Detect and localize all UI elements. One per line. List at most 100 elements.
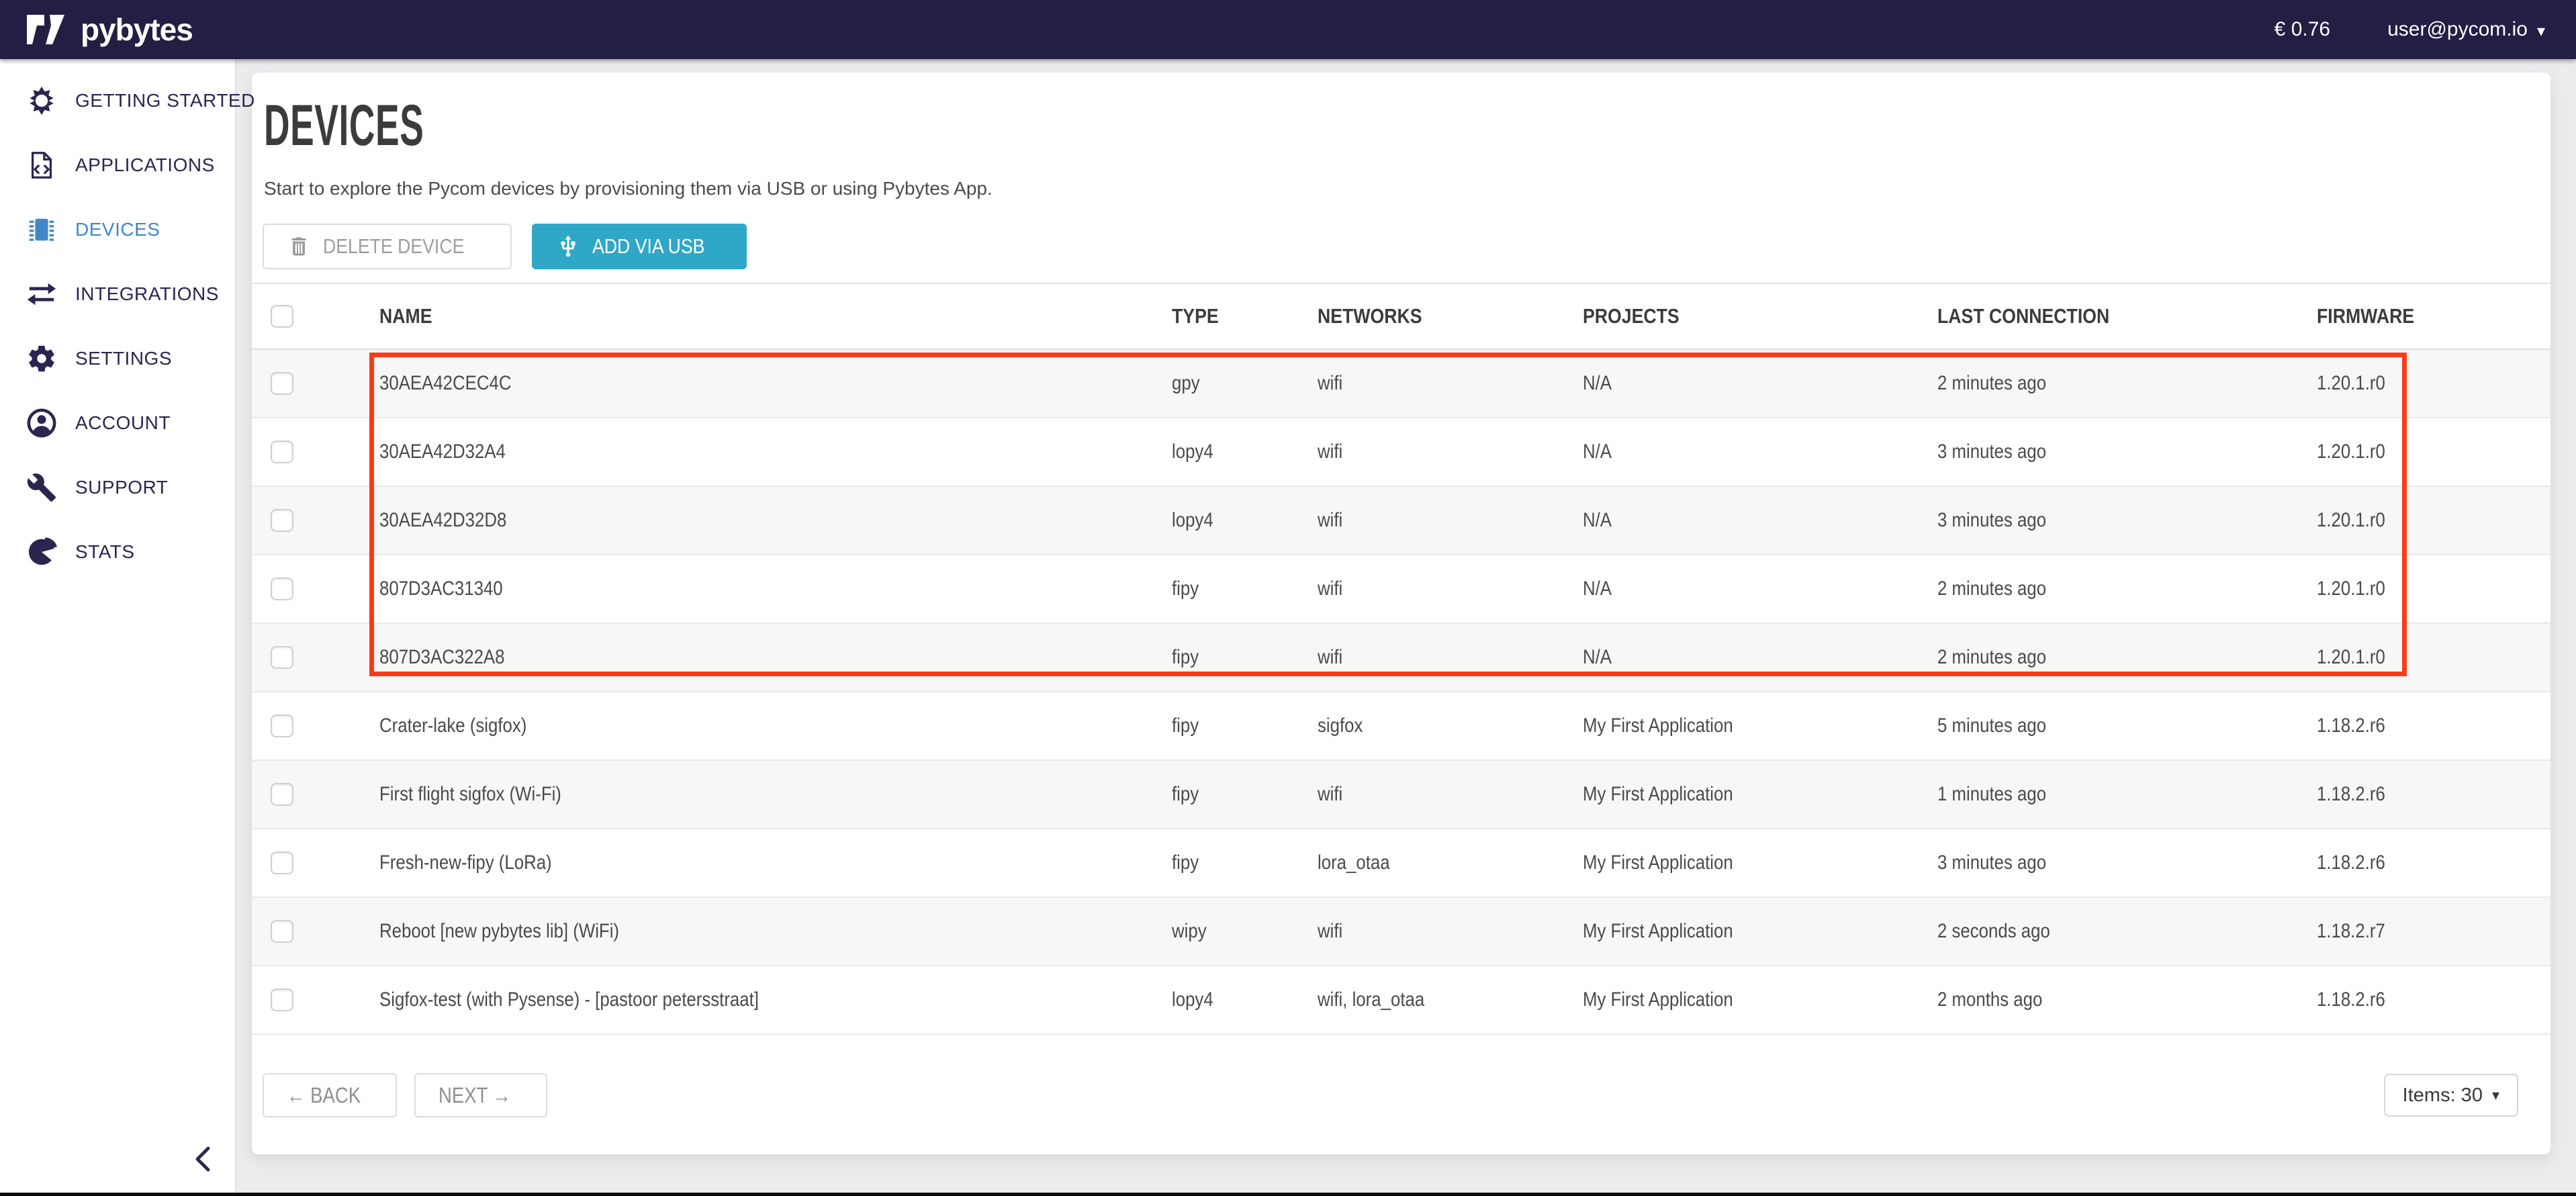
logo-text: pybytes: [81, 11, 193, 48]
table-row: Crater-lake (sigfox)fipysigfoxMy First A…: [252, 692, 2550, 761]
add-via-usb-button[interactable]: ADD VIA USB: [532, 224, 747, 269]
table-row: 30AEA42CEC4CgpywifiN/A2 minutes ago1.20.…: [252, 350, 2550, 418]
device-type: fipy: [1172, 715, 1199, 737]
device-type: wipy: [1172, 920, 1207, 943]
sidebar-item-settings[interactable]: SETTINGS: [0, 326, 235, 391]
sidebar-item-stats[interactable]: STATS: [0, 520, 235, 584]
page-title: DEVICES: [264, 93, 1682, 159]
pycom-logo-icon: [26, 13, 68, 46]
toolbar: DELETE DEVICE ADD VIA USB: [263, 224, 2550, 269]
column-networks: NETWORKS: [1318, 304, 1422, 328]
device-last-connection: 3 minutes ago: [1937, 441, 2046, 463]
sidebar-item-label: ACCOUNT: [75, 412, 171, 434]
row-checkbox[interactable]: [271, 372, 293, 395]
delete-device-button[interactable]: DELETE DEVICE: [263, 224, 512, 269]
row-checkbox[interactable]: [271, 715, 293, 737]
sidebar-item-label: GETTING STARTED: [75, 90, 255, 111]
device-firmware: 1.18.2.r7: [2317, 920, 2385, 943]
sidebar-item-support[interactable]: SUPPORT: [0, 455, 235, 520]
device-last-connection: 1 minutes ago: [1937, 783, 2046, 806]
device-name: First flight sigfox (Wi-Fi): [379, 783, 561, 806]
page-subtitle: Start to explore the Pycom devices by pr…: [264, 178, 2550, 199]
gear-icon: [26, 342, 58, 375]
device-projects: My First Application: [1583, 988, 1733, 1011]
usb-icon: [556, 234, 580, 259]
device-firmware: 1.18.2.r6: [2317, 715, 2385, 737]
account-balance: € 0.76: [2274, 18, 2330, 41]
back-button[interactable]: ← BACK: [263, 1073, 397, 1117]
user-icon: [26, 407, 58, 439]
sidebar-item-label: APPLICATIONS: [75, 154, 215, 176]
row-checkbox[interactable]: [271, 646, 293, 669]
device-firmware: 1.20.1.r0: [2317, 509, 2385, 532]
table-row: 30AEA42D32D8lopy4wifiN/A3 minutes ago1.2…: [252, 487, 2550, 555]
table-row: 807D3AC322A8fipywifiN/A2 minutes ago1.20…: [252, 624, 2550, 692]
sidebar: GETTING STARTED APPLICATIONS DEVICES INTEGR…: [0, 59, 236, 1193]
sidebar-item-label: INTEGRATIONS: [75, 283, 219, 305]
row-checkbox[interactable]: [271, 920, 293, 943]
device-type: lopy4: [1172, 988, 1213, 1011]
row-checkbox[interactable]: [271, 988, 293, 1011]
device-type: lopy4: [1172, 509, 1213, 532]
device-networks: wifi, lora_otaa: [1318, 988, 1424, 1011]
device-projects: N/A: [1583, 509, 1612, 532]
device-last-connection: 2 minutes ago: [1937, 646, 2046, 669]
device-projects: N/A: [1583, 646, 1612, 669]
device-projects: My First Application: [1583, 920, 1733, 943]
table-footer: ← BACK NEXT → Items: 30 ▾: [252, 1073, 2550, 1117]
wrench-icon: [26, 471, 58, 504]
device-last-connection: 2 minutes ago: [1937, 372, 2046, 395]
device-last-connection: 2 months ago: [1937, 988, 2042, 1011]
device-firmware: 1.18.2.r6: [2317, 783, 2385, 806]
sidebar-item-label: STATS: [75, 541, 135, 563]
sidebar-item-getting-started[interactable]: GETTING STARTED: [0, 68, 235, 133]
row-checkbox[interactable]: [271, 783, 293, 806]
sidebar-item-account[interactable]: ACCOUNT: [0, 391, 235, 455]
device-name: Sigfox-test (with Pysense) - [pastoor pe…: [379, 988, 759, 1011]
items-per-page-dropdown[interactable]: Items: 30 ▾: [2384, 1074, 2518, 1117]
device-type: fipy: [1172, 578, 1199, 600]
device-networks: lora_otaa: [1318, 852, 1390, 874]
sidebar-collapse-button[interactable]: [183, 1139, 223, 1179]
column-type: TYPE: [1172, 304, 1219, 328]
trash-icon: [287, 234, 311, 259]
device-networks: wifi: [1318, 441, 1342, 463]
sidebar-item-label: SETTINGS: [75, 348, 172, 369]
sidebar-item-applications[interactable]: APPLICATIONS: [0, 133, 235, 197]
arrows-swap-icon: [26, 278, 58, 310]
pybytes-logo[interactable]: pybytes: [26, 11, 193, 48]
device-projects: My First Application: [1583, 852, 1733, 874]
sidebar-item-integrations[interactable]: INTEGRATIONS: [0, 262, 235, 326]
code-document-icon: [26, 149, 58, 181]
row-checkbox[interactable]: [271, 578, 293, 600]
device-name: 807D3AC31340: [379, 578, 503, 600]
column-firmware: FIRMWARE: [2317, 304, 2414, 328]
device-type: lopy4: [1172, 441, 1213, 463]
user-email: user@pycom.io: [2387, 18, 2528, 41]
row-checkbox[interactable]: [271, 852, 293, 874]
device-name: 30AEA42D32D8: [379, 509, 506, 532]
device-projects: My First Application: [1583, 715, 1733, 737]
sidebar-item-devices[interactable]: DEVICES: [0, 197, 235, 262]
sidebar-item-label: DEVICES: [75, 219, 160, 240]
select-all-checkbox[interactable]: [271, 305, 293, 328]
device-name: 30AEA42D32A4: [379, 441, 506, 463]
chip-icon: [26, 214, 58, 246]
device-name: Crater-lake (sigfox): [379, 715, 526, 737]
table-row: 807D3AC31340fipywifiN/A2 minutes ago1.20…: [252, 555, 2550, 624]
row-checkbox[interactable]: [271, 509, 293, 532]
next-button[interactable]: NEXT →: [414, 1073, 547, 1117]
device-networks: wifi: [1318, 920, 1342, 943]
device-last-connection: 2 seconds ago: [1937, 920, 2050, 943]
device-projects: N/A: [1583, 441, 1612, 463]
device-type: fipy: [1172, 852, 1199, 874]
device-networks: wifi: [1318, 509, 1342, 532]
user-menu[interactable]: user@pycom.io ▾: [2387, 18, 2545, 41]
devices-table: NAME TYPE NETWORKS PROJECTS LAST CONNECT…: [252, 283, 2550, 1035]
device-name: Reboot [new pybytes lib] (WiFi): [379, 920, 619, 943]
table-header: NAME TYPE NETWORKS PROJECTS LAST CONNECT…: [252, 283, 2550, 350]
row-checkbox[interactable]: [271, 441, 293, 463]
top-navbar: pybytes € 0.76 user@pycom.io ▾: [0, 0, 2576, 59]
device-firmware: 1.20.1.r0: [2317, 372, 2385, 395]
device-last-connection: 5 minutes ago: [1937, 715, 2046, 737]
